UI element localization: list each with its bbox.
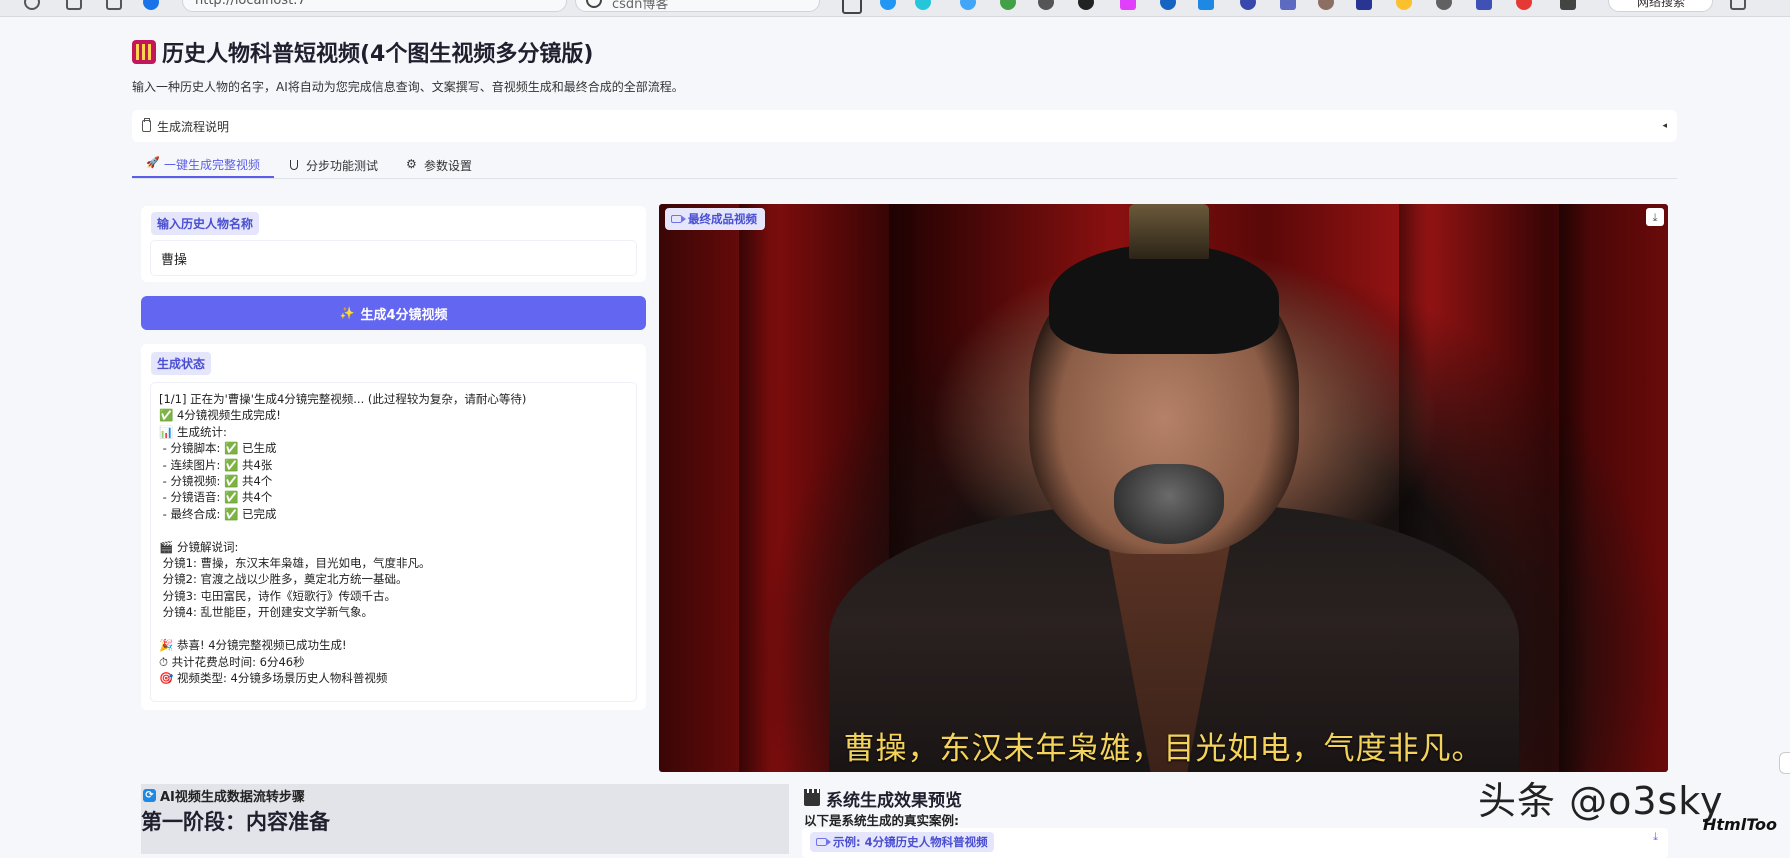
search-icon bbox=[586, 0, 602, 8]
clipboard-icon bbox=[142, 118, 151, 132]
tab-label: 一键生成完整视频 bbox=[164, 157, 261, 172]
extension-icon[interactable] bbox=[1038, 0, 1054, 10]
extension-icon[interactable] bbox=[1356, 0, 1372, 10]
extension-icon[interactable] bbox=[1436, 0, 1452, 10]
video-camera-icon bbox=[671, 215, 686, 223]
refresh-icon: ⟳ bbox=[143, 789, 156, 802]
extension-icon[interactable] bbox=[1198, 0, 1214, 10]
extension-icon[interactable] bbox=[842, 0, 862, 14]
video-figure-crown bbox=[1129, 204, 1209, 259]
generate-button-label: 生成4分镜视频 bbox=[360, 307, 448, 323]
preview-description: 以下是系统生成的真实案例: bbox=[804, 813, 959, 828]
data-flow-panel: ⟳ AI视频生成数据流转步骤 第一阶段：内容准备 bbox=[141, 784, 789, 854]
status-label: 生成状态 bbox=[151, 352, 212, 375]
tab-settings[interactable]: 参数设置 bbox=[392, 152, 486, 178]
sparkle-icon: ✨ bbox=[339, 306, 355, 320]
video-camera-icon bbox=[816, 838, 831, 846]
clapper-icon bbox=[804, 788, 820, 806]
preview-title: 系统生成效果预览 bbox=[804, 786, 962, 811]
profile-text: 网络搜索 bbox=[1637, 0, 1686, 9]
generate-video-button[interactable]: ✨ 生成4分镜视频 bbox=[141, 296, 646, 330]
example-video-card[interactable]: 示例: 4分镜历史人物科普视频 ⤓ bbox=[802, 828, 1668, 858]
watermark-text: 头条 @o3sky bbox=[1478, 779, 1724, 823]
download-icon[interactable]: ⤓ bbox=[1653, 830, 1658, 844]
tab-bar: 一键生成完整视频 分步功能测试 参数设置 bbox=[132, 152, 1677, 179]
flask-icon bbox=[288, 159, 300, 171]
film-icon bbox=[132, 40, 156, 64]
extension-icon[interactable] bbox=[1120, 0, 1136, 10]
status-output[interactable]: [1/1] 正在为'曹操'生成4分镜完整视频... (此过程较为复杂，请耐心等待… bbox=[151, 383, 636, 701]
flow-header: ⟳ AI视频生成数据流转步骤 bbox=[143, 786, 305, 805]
page-subtitle: 输入一种历史人物的名字，AI将自动为您完成信息查询、文案撰写、音视频生成和最终合… bbox=[132, 80, 684, 94]
download-icon: ⤓ bbox=[1652, 210, 1658, 224]
extension-icon[interactable] bbox=[1078, 0, 1094, 10]
video-download-button[interactable]: ⤓ bbox=[1646, 208, 1664, 226]
browser-toolbar: http://localhost:7 csdn博客 网络搜索 bbox=[0, 0, 1790, 17]
accordion-label: 生成流程说明 bbox=[157, 119, 230, 134]
tab-step-test[interactable]: 分步功能测试 bbox=[274, 152, 392, 178]
flow-header-text: AI视频生成数据流转步骤 bbox=[160, 790, 305, 805]
video-figure-hair bbox=[1049, 244, 1279, 354]
extension-icon[interactable] bbox=[915, 0, 931, 10]
collapse-caret-icon[interactable]: ◂ bbox=[1662, 121, 1667, 131]
extension-icon[interactable] bbox=[1318, 0, 1334, 10]
name-input[interactable] bbox=[151, 241, 636, 275]
tab-icon[interactable] bbox=[66, 0, 82, 10]
browser-search-box[interactable]: csdn博客 bbox=[575, 0, 820, 12]
video-subtitle-caption: 曹操，东汉末年枭雄，目光如电，气度非凡。 bbox=[843, 731, 1484, 767]
reader-icon[interactable] bbox=[106, 0, 122, 10]
extension-icon[interactable] bbox=[960, 0, 976, 10]
preview-title-text: 系统生成效果预览 bbox=[826, 791, 962, 811]
address-bar[interactable]: http://localhost:7 bbox=[182, 0, 567, 12]
extension-icon[interactable] bbox=[1000, 0, 1016, 10]
name-input-label: 输入历史人物名称 bbox=[151, 212, 260, 235]
example-label-text: 示例: 4分镜历史人物科普视频 bbox=[833, 835, 988, 849]
video-label-text: 最终成品视频 bbox=[688, 212, 757, 226]
reload-icon[interactable] bbox=[24, 0, 40, 10]
tab-label: 分步功能测试 bbox=[306, 158, 379, 173]
page-title: 历史人物科普短视频(4个图生视频多分镜版) bbox=[132, 36, 593, 68]
process-accordion[interactable]: 生成流程说明 ◂ bbox=[132, 110, 1677, 142]
search-text: csdn博客 bbox=[612, 0, 669, 12]
name-input-card: 输入历史人物名称 bbox=[141, 206, 646, 282]
video-figure-beard bbox=[1114, 464, 1224, 544]
curtain-fold bbox=[1559, 204, 1589, 772]
extension-icon[interactable] bbox=[1240, 0, 1256, 10]
video-label: 最终成品视频 bbox=[665, 208, 765, 230]
tab-one-click-generate[interactable]: 一键生成完整视频 bbox=[132, 152, 275, 178]
rocket-icon bbox=[146, 156, 160, 170]
phase-title: 第一阶段：内容准备 bbox=[141, 810, 330, 834]
curtain-fold bbox=[739, 204, 769, 772]
puzzle-icon[interactable] bbox=[1560, 0, 1576, 10]
extension-icon[interactable] bbox=[1516, 0, 1532, 10]
video-player[interactable]: 最终成品视频 ⤓ 曹操，东汉末年枭雄，目光如电，气度非凡。 bbox=[659, 204, 1668, 772]
extension-icon[interactable] bbox=[1280, 0, 1296, 10]
page-title-text: 历史人物科普短视频(4个图生视频多分镜版) bbox=[162, 42, 594, 67]
example-label: 示例: 4分镜历史人物科普视频 bbox=[810, 832, 994, 852]
ai-icon[interactable] bbox=[143, 0, 159, 10]
address-text: http://localhost:7 bbox=[195, 0, 306, 8]
extension-icon[interactable] bbox=[1160, 0, 1176, 10]
tab-label: 参数设置 bbox=[424, 158, 473, 173]
watermark-subtext: HtmlToo bbox=[1703, 815, 1778, 834]
extension-icon[interactable] bbox=[1396, 0, 1412, 10]
extension-icon[interactable] bbox=[1476, 0, 1492, 10]
extension-icon[interactable] bbox=[880, 0, 896, 10]
gear-icon bbox=[406, 157, 418, 171]
status-card: 生成状态 [1/1] 正在为'曹操'生成4分镜完整视频... (此过程较为复杂，… bbox=[141, 344, 646, 710]
download-tray-icon[interactable] bbox=[1730, 0, 1746, 10]
scroll-handle[interactable] bbox=[1779, 752, 1790, 774]
profile-button[interactable]: 网络搜索 bbox=[1608, 0, 1713, 12]
